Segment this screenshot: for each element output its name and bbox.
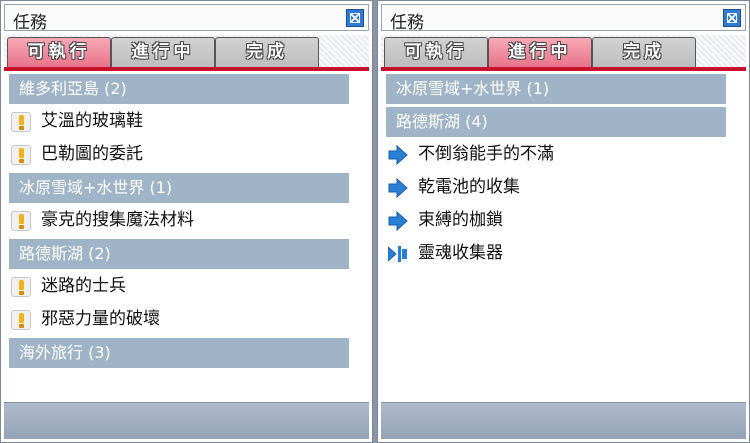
quest-item[interactable]: 束縛的枷鎖 (386, 205, 746, 236)
tab-available[interactable]: 可執行 (384, 37, 488, 67)
bottom-bar (381, 402, 746, 439)
tab-in-progress[interactable]: 進行中 (488, 37, 592, 67)
quest-item[interactable]: 邪惡力量的破壞 (9, 304, 369, 335)
quest-label: 靈魂收集器 (418, 243, 503, 263)
tab-strip: 可執行 進行中 完成 (4, 35, 369, 71)
title-bar[interactable]: 任務 (381, 4, 746, 33)
close-icon[interactable] (346, 9, 364, 27)
quest-label: 艾溫的玻璃鞋 (41, 111, 143, 131)
bottom-bar (4, 402, 369, 439)
quest-window-in-progress: 任務 可執行 進行中 完成 冰原雪域+水世界 (1) 路德斯湖 (4) 不倒翁能… (377, 0, 750, 443)
window-title: 任務 (390, 13, 424, 33)
quest-item[interactable]: 乾電池的收集 (386, 172, 746, 203)
category-header[interactable]: 冰原雪域+水世界 (1) (9, 173, 349, 203)
quest-label: 巴勒圖的委託 (41, 144, 143, 164)
arrow-right-icon (388, 211, 408, 231)
arrow-right-icon (388, 145, 408, 165)
tab-strip: 可執行 進行中 完成 (381, 35, 746, 71)
category-header[interactable]: 路德斯湖 (4) (386, 107, 726, 137)
quest-item[interactable]: 艾溫的玻璃鞋 (9, 106, 369, 137)
exclamation-icon (11, 310, 31, 330)
quest-label: 不倒翁能手的不滿 (418, 144, 554, 164)
quest-list: 維多利亞島 (2) 艾溫的玻璃鞋 巴勒圖的委託 冰原雪域+水世界 (1) 豪克的… (4, 71, 369, 368)
exclamation-icon (11, 112, 31, 132)
category-header[interactable]: 維多利亞島 (2) (9, 74, 349, 104)
tab-in-progress[interactable]: 進行中 (111, 37, 215, 67)
quest-window-available: 任務 可執行 進行中 完成 維多利亞島 (2) 艾溫的玻璃鞋 巴勒圖的委託 冰原… (0, 0, 373, 443)
quest-item[interactable]: 不倒翁能手的不滿 (386, 139, 746, 170)
quest-label: 乾電池的收集 (418, 177, 520, 197)
window-title: 任務 (13, 13, 47, 33)
quest-label: 邪惡力量的破壞 (41, 309, 160, 329)
quest-item[interactable]: 迷路的士兵 (9, 271, 369, 302)
quest-label: 豪克的搜集魔法材料 (41, 210, 194, 230)
exclamation-icon (11, 145, 31, 165)
tab-available[interactable]: 可執行 (7, 37, 111, 67)
category-header[interactable]: 冰原雪域+水世界 (1) (386, 74, 726, 104)
title-bar[interactable]: 任務 (4, 4, 369, 33)
quest-list: 冰原雪域+水世界 (1) 路德斯湖 (4) 不倒翁能手的不滿 乾電池的收集 束縛… (381, 71, 746, 269)
tab-completed[interactable]: 完成 (215, 37, 319, 67)
quest-item[interactable]: 靈魂收集器 (386, 238, 746, 269)
arrow-right-icon (388, 178, 408, 198)
quest-item[interactable]: 豪克的搜集魔法材料 (9, 205, 369, 236)
arrow-right-bar-icon (388, 246, 407, 262)
tab-completed[interactable]: 完成 (592, 37, 696, 67)
exclamation-icon (11, 277, 31, 297)
category-header[interactable]: 路德斯湖 (2) (9, 239, 349, 269)
quest-item[interactable]: 巴勒圖的委託 (9, 139, 369, 170)
category-header[interactable]: 海外旅行 (3) (9, 338, 349, 368)
quest-label: 迷路的士兵 (41, 276, 126, 296)
quest-label: 束縛的枷鎖 (418, 210, 503, 230)
exclamation-icon (11, 211, 31, 231)
close-icon[interactable] (723, 9, 741, 27)
